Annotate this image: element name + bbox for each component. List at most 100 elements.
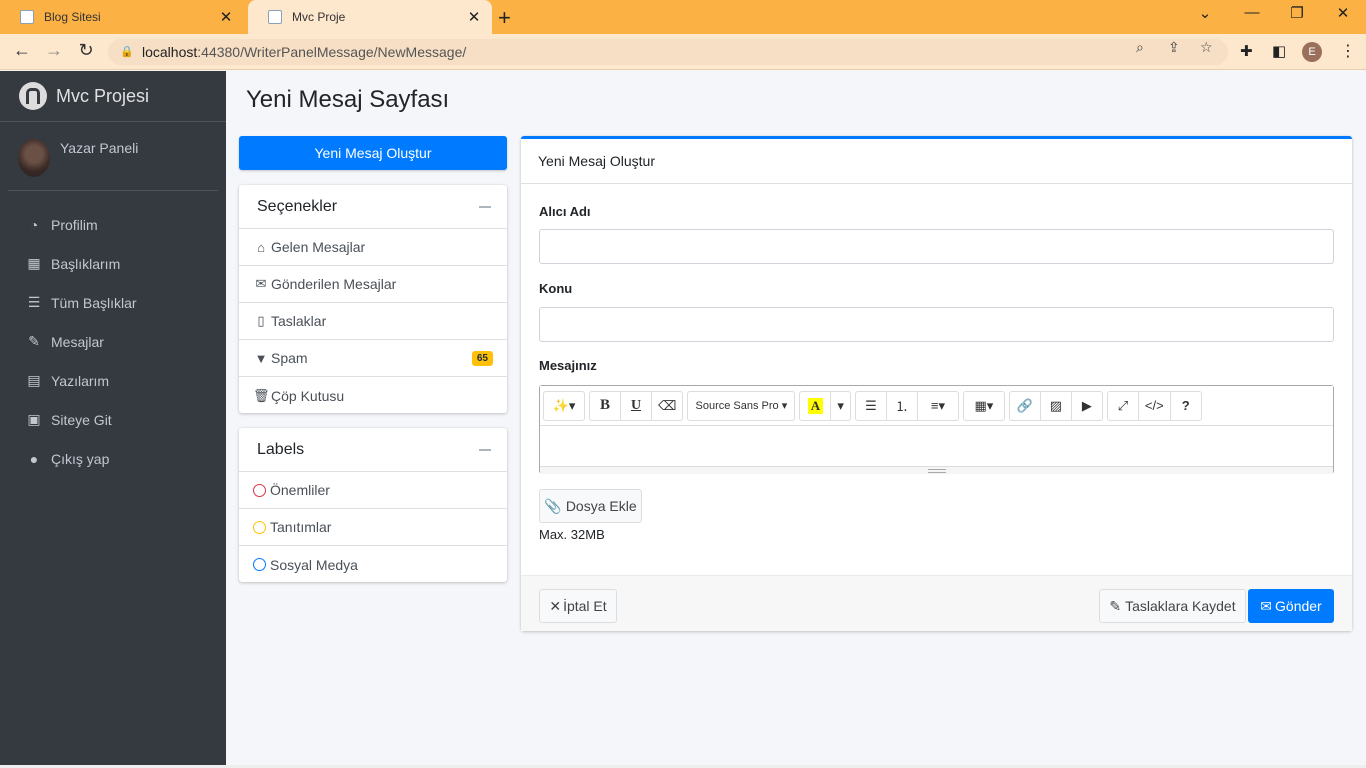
browser-tab-mvc[interactable]: Mvc Proje ✕ [248,0,492,34]
sidebar-item-profilim[interactable]: ◔ Profilim [0,205,226,244]
table-icon[interactable]: ▦▾ [962,390,1005,421]
editor-resize-handle[interactable] [540,466,1333,474]
document-icon: ▣ [27,411,41,427]
window-close-icon[interactable]: ✕ [1331,4,1355,22]
draft-label: Taslaklara Kaydet [1125,598,1236,614]
labels-card-header: Labels [239,428,507,472]
circle-icon [253,483,266,497]
image-icon[interactable]: ▨ [1039,390,1072,421]
bookmark-star-icon[interactable]: ☆ [1200,39,1213,56]
back-icon[interactable]: ← [10,40,34,61]
side-panel-icon[interactable]: ◧ [1272,42,1286,60]
zoom-icon[interactable]: ⌕ [1136,39,1144,56]
user-name: Yazar Paneli [60,139,139,156]
link-icon[interactable]: 🔗 [1008,390,1041,421]
circle-icon [253,520,266,534]
reload-icon[interactable]: ↻ [74,40,98,61]
extensions-icon[interactable]: ✚ [1240,42,1253,60]
video-icon[interactable]: ▶ [1070,390,1103,421]
cancel-label: İptal Et [563,598,607,614]
folder-item-inbox[interactable]: ⌂ Gelen Mesajlar [239,229,507,266]
dashboard-icon: ◔ [29,216,39,233]
new-message-button[interactable]: Yeni Mesaj Oluştur [239,136,507,170]
page-favicon-icon [20,10,34,24]
folder-item-drafts[interactable]: ▯ Taslaklar [239,303,507,340]
sidebar-item-label: Çıkış yap [51,450,110,467]
compose-footer: ✕ İptal Et ✎ Taslaklara Kaydet ✉ Gönder [521,575,1352,631]
sidebar-item-mesajlar[interactable]: ✎ Mesajlar [0,322,226,361]
label-item-promotions[interactable]: Tanıtımlar [239,509,507,546]
font-color-icon[interactable]: A [799,390,832,421]
tab-search-icon[interactable]: ⌄ [1193,4,1217,22]
sidebar-item-label: Tüm Başlıklar [51,294,137,311]
labels-card: Labels Önemliler Tanıtımlar Sosyal Medya [239,428,507,582]
magic-style-icon[interactable]: ✨▾ [543,390,585,421]
filter-icon: ▼ [254,350,268,366]
close-tab-icon[interactable]: ✕ [218,8,234,26]
paragraph-align-icon[interactable]: ≡▾ [916,390,959,421]
sidebar-item-cikis-yap[interactable]: ● Çıkış yap [0,439,226,478]
brand-link[interactable]: Mvc Projesi [0,71,226,122]
recipient-input[interactable] [539,229,1334,264]
folder-item-spam[interactable]: ▼ Spam 65 [239,340,507,377]
envelope-icon: ✉ [1260,597,1273,614]
cancel-button[interactable]: ✕ İptal Et [539,589,617,623]
code-view-icon[interactable]: </> [1137,390,1171,421]
folder-label: Gelen Mesajlar [271,239,366,255]
folder-label: Spam [271,350,308,366]
lock-icon[interactable]: 🔒 [120,39,134,65]
help-icon[interactable]: ? [1169,390,1202,421]
attach-file-button[interactable]: 📎 Dosya Ekle [539,489,642,523]
save-draft-button[interactable]: ✎ Taslaklara Kaydet [1099,589,1246,623]
send-button[interactable]: ✉ Gönder [1248,589,1334,623]
pencil-icon: ✎ [1109,597,1122,614]
bold-icon[interactable]: B [589,390,621,421]
label-item-social[interactable]: Sosyal Medya [239,546,507,583]
new-tab-icon[interactable]: + [498,5,511,31]
fullscreen-icon[interactable]: ⤢ [1106,390,1139,421]
folder-label: Gönderilen Mesajlar [271,276,397,292]
max-size-text: Max. 32MB [539,527,605,542]
label-item-important[interactable]: Önemliler [239,472,507,509]
sidebar-item-tum-basliklar[interactable]: ☰ Tüm Başlıklar [0,283,226,322]
restore-icon[interactable]: ❐ [1285,4,1309,22]
labels-title: Labels [257,440,305,458]
font-family-select[interactable]: Source Sans Pro ▾ [687,390,796,421]
envelope-icon: ✉ [255,276,267,291]
brand-logo-icon [19,82,47,110]
collapse-icon[interactable] [479,448,491,451]
address-bar[interactable]: 🔒 localhost:44380/WriterPanelMessage/New… [108,39,1228,65]
font-family-value: Source Sans Pro [695,399,779,412]
file-icon: ▯ [257,313,265,328]
sidebar-item-basliklarim[interactable]: ▦ Başlıklarım [0,244,226,283]
sidebar-item-yazilarim[interactable]: ▤ Yazılarım [0,361,226,400]
unordered-list-icon[interactable]: ☰ [854,390,887,421]
forward-icon[interactable]: → [42,40,66,61]
ordered-list-icon[interactable]: ⒈ [885,390,918,421]
compose-card: Yeni Mesaj Oluştur Alıcı Adı Konu Mesajı… [521,136,1352,631]
browser-menu-icon[interactable]: ⋮ [1340,41,1356,61]
share-icon[interactable]: ⇪ [1168,39,1180,56]
folder-item-sent[interactable]: ✉ Gönderilen Mesajlar [239,266,507,303]
apple-icon: ● [29,450,39,467]
page-title: Yeni Mesaj Sayfası [246,86,450,113]
message-editable-area[interactable] [540,426,1333,466]
send-label: Gönder [1275,598,1322,614]
close-tab-icon[interactable]: ✕ [466,8,482,26]
paperclip-icon: 📎 [544,497,562,514]
collapse-icon[interactable] [479,205,491,208]
browser-toolbar: ← → ↻ 🔒 localhost:44380/WriterPanelMessa… [0,34,1366,70]
minimize-icon[interactable]: — [1240,4,1264,21]
subject-input[interactable] [539,307,1334,342]
sidebar-item-label: Başlıklarım [51,255,121,272]
options-title: Seçenekler [257,197,338,215]
folder-item-trash[interactable]: 🗑 Çöp Kutusu [239,377,507,414]
user-panel[interactable]: Yazar Paneli [8,123,218,191]
color-dropdown-icon[interactable]: ▾ [830,390,851,421]
sidebar-item-siteye-git[interactable]: ▣ Siteye Git [0,400,226,439]
browser-tab-blog[interactable]: Blog Sitesi ✕ [0,0,244,34]
underline-icon[interactable]: U [620,390,652,421]
profile-avatar[interactable]: E [1302,42,1322,62]
eraser-icon[interactable]: ⌫ [651,390,684,421]
tab-title: Mvc Proje [292,10,346,24]
